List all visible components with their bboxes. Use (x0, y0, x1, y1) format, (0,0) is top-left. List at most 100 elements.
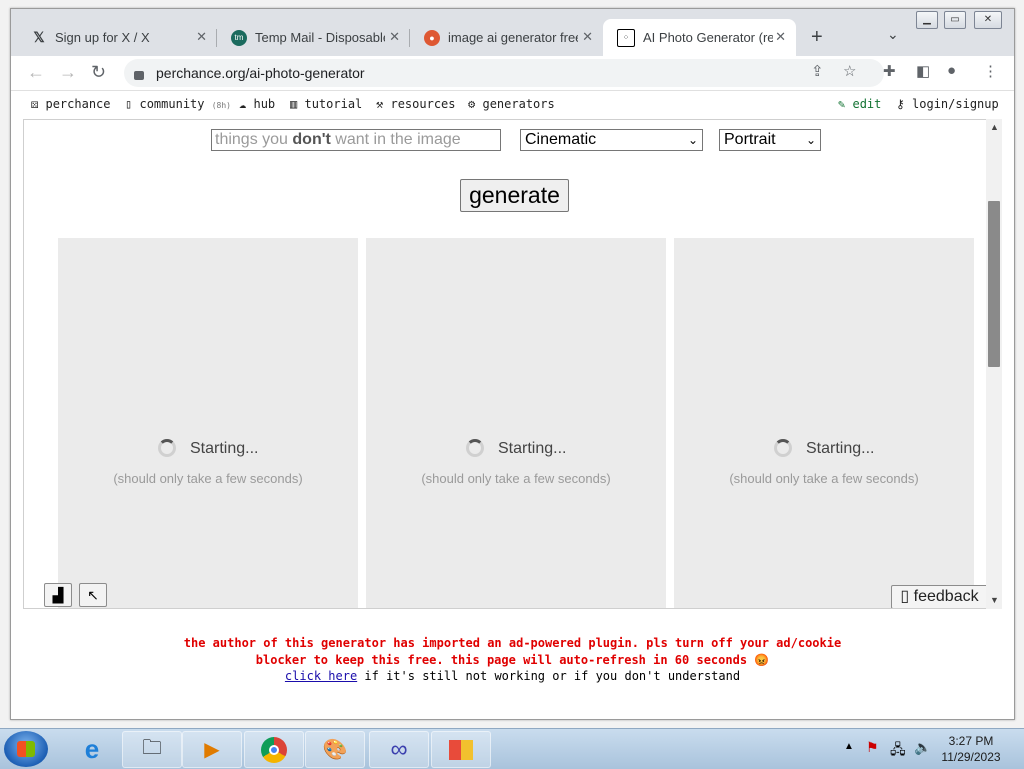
tray-network-icon[interactable]: 🖧 (890, 739, 906, 763)
profile-avatar-icon[interactable]: ● (947, 62, 956, 79)
tab-title: image ai generator free (448, 30, 578, 45)
card-status: Starting... (190, 440, 259, 457)
nav-perchance[interactable]: ⚄ perchance (31, 97, 111, 111)
gallery-button[interactable]: ▟ (44, 583, 72, 607)
placeholder-text: want in the image (330, 131, 461, 148)
shape-value: Portrait (724, 131, 776, 148)
tab-x-signup[interactable]: 𝕏 Sign up for X / X ✕ (17, 19, 217, 56)
gears-icon: ⚙ (468, 97, 476, 111)
menu-kebab-icon[interactable]: ⋮ (983, 62, 998, 80)
lock-icon (134, 70, 144, 80)
scroll-down-icon[interactable]: ▼ (990, 595, 999, 605)
card-hint: (should only take a few seconds) (421, 471, 611, 486)
generator-frame: things you don't want in the image Cinem… (23, 119, 1002, 609)
minimize-icon[interactable]: ▁ (916, 11, 938, 29)
key-icon: ⚷ (896, 97, 905, 111)
scrollbar-thumb[interactable] (988, 201, 1000, 367)
extensions-puzzle-icon[interactable]: ✚ (883, 62, 896, 80)
pencil-icon: ✎ (838, 97, 846, 111)
bookmark-star-icon[interactable]: ☆ (843, 62, 856, 80)
taskbar-app[interactable]: ∞ (369, 731, 429, 768)
image-card: Starting... (should only take a few seco… (58, 238, 358, 608)
phone-icon: ▯ (125, 97, 133, 111)
tools-icon: ⚒ (376, 97, 384, 111)
nav-login[interactable]: ⚷ login/signup (896, 97, 999, 111)
forward-icon[interactable]: → (59, 62, 77, 83)
taskbar-chrome[interactable] (244, 731, 304, 768)
notice-line: the author of this generator has importe… (183, 636, 842, 650)
taskbar-explorer[interactable]: 🗀 (122, 731, 182, 768)
tray-expand-icon[interactable]: ▲ (844, 741, 854, 752)
nav-label: community (139, 97, 205, 111)
reload-icon[interactable]: ↻ (91, 62, 106, 83)
arrow-up-left-icon: ↖ (87, 587, 99, 603)
browser-window: 𝕏 Sign up for X / X ✕ tm Temp Mail - Dis… (10, 8, 1015, 720)
tab-title: AI Photo Generator (rea (643, 30, 773, 45)
notice-line: if it's still not working or if you don'… (357, 669, 741, 683)
close-tab-icon[interactable]: ✕ (196, 29, 207, 45)
internet-explorer-icon: e (84, 734, 100, 764)
adblock-notice: the author of this generator has importe… (11, 635, 1014, 685)
nav-label: login/signup (912, 97, 999, 111)
clock[interactable]: 3:27 PM 11/29/2023 (936, 733, 1006, 765)
style-select[interactable]: Cinematic ⌄ (520, 129, 703, 151)
back-icon[interactable]: ← (27, 62, 45, 83)
taskbar-app-2[interactable] (431, 731, 491, 768)
nav-hub[interactable]: ☁ hub (239, 97, 275, 111)
nav-community[interactable]: ▯ community (8h) (125, 97, 231, 111)
book-icon: ▥ (290, 97, 298, 111)
start-button[interactable] (4, 731, 48, 767)
media-player-icon: ▶ (204, 739, 220, 761)
tray-volume-icon[interactable]: 🔈 (914, 739, 931, 756)
address-bar[interactable]: perchance.org/ai-photo-generator (124, 59, 884, 87)
palette-icon: 🎨 (322, 739, 348, 761)
close-window-icon[interactable]: ✕ (974, 11, 1002, 29)
tab-strip: 𝕏 Sign up for X / X ✕ tm Temp Mail - Dis… (11, 9, 1014, 56)
new-tab-icon[interactable]: + (811, 26, 823, 49)
close-tab-icon[interactable]: ✕ (775, 29, 786, 45)
card-status: Starting... (806, 440, 875, 457)
windows-logo-icon (17, 741, 35, 757)
tab-ai-photo-generator[interactable]: ⁘ AI Photo Generator (rea ✕ (603, 19, 796, 56)
nav-label: generators (482, 97, 555, 111)
expand-button[interactable]: ↖ (79, 583, 107, 607)
scroll-up-icon[interactable]: ▲ (990, 122, 999, 132)
community-badge: (8h) (211, 101, 231, 110)
card-status: Starting... (498, 440, 567, 457)
taskbar-media[interactable]: ▶ (182, 731, 242, 768)
click-here-link[interactable]: click here (285, 669, 357, 683)
nav-tutorial[interactable]: ▥ tutorial (290, 97, 362, 111)
loading-spinner-icon (466, 439, 484, 457)
negative-prompt-input[interactable]: things you don't want in the image (211, 129, 501, 151)
tray-flag-icon[interactable]: ⚑ (866, 739, 879, 756)
feedback-button[interactable]: ▯ feedback (891, 585, 988, 608)
tab-title: Sign up for X / X (55, 30, 150, 45)
url-text: perchance.org/ai-photo-generator (156, 65, 365, 81)
content-scrollbar[interactable]: ▲ ▼ (986, 119, 1002, 609)
chrome-icon (261, 736, 287, 763)
maximize-icon[interactable]: ▭ (944, 11, 966, 29)
image-card: Starting... (should only take a few seco… (674, 238, 974, 608)
taskbar-paint[interactable]: 🎨 (305, 731, 365, 768)
nav-label: edit (852, 97, 882, 111)
tab-search-chevron-icon[interactable]: ⌄ (887, 26, 899, 43)
shape-select[interactable]: Portrait ⌄ (719, 129, 821, 151)
share-icon[interactable]: ⇪ (811, 62, 824, 80)
generate-button[interactable]: generate (460, 179, 569, 212)
image-gallery-icon: ▟ (52, 587, 64, 603)
taskbar-ie[interactable]: e (62, 731, 122, 768)
placeholder-text: things you (215, 131, 293, 148)
close-tab-icon[interactable]: ✕ (389, 29, 400, 45)
chevron-down-icon: ⌄ (687, 133, 698, 147)
card-hint: (should only take a few seconds) (729, 471, 919, 486)
clock-time: 3:27 PM (948, 734, 994, 748)
nav-edit[interactable]: ✎ edit (838, 97, 881, 111)
nav-resources[interactable]: ⚒ resources (376, 97, 456, 111)
hub-icon: ☁ (239, 97, 247, 111)
tab-temp-mail[interactable]: tm Temp Mail - Disposable ✕ (217, 19, 410, 56)
taskbar: e 🗀 ▶ 🎨 ∞ ▲ ⚑ 🖧 🔈 3:27 PM 11/29/2023 (0, 728, 1024, 769)
close-tab-icon[interactable]: ✕ (582, 29, 593, 45)
side-panel-icon[interactable]: ◧ (916, 62, 930, 80)
nav-generators[interactable]: ⚙ generators (468, 97, 555, 111)
tab-image-search[interactable]: ● image ai generator free ✕ (410, 19, 603, 56)
